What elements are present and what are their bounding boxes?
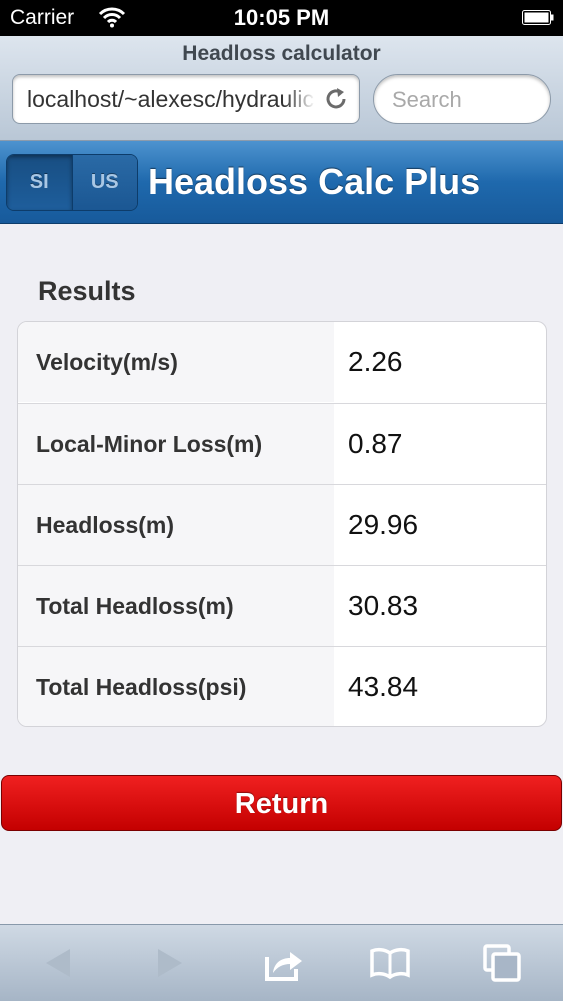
result-row-local-minor-loss: Local-Minor Loss(m) 0.87 (18, 403, 546, 484)
result-label: Local-Minor Loss(m) (18, 404, 334, 484)
tabs-icon[interactable] (482, 943, 522, 983)
search-input[interactable]: Search (373, 74, 551, 124)
result-value: 30.83 (348, 590, 419, 621)
result-value: 29.96 (348, 509, 419, 540)
result-label: Total Headloss(psi) (18, 647, 334, 726)
result-value: 2.26 (348, 346, 403, 377)
result-label: Total Headloss(m) (18, 566, 334, 646)
clock: 10:05 PM (233, 5, 330, 30)
result-row-total-headloss-psi: Total Headloss(psi) 43.84 (18, 646, 546, 726)
share-icon[interactable] (264, 943, 304, 983)
search-placeholder: Search (392, 87, 462, 112)
reload-icon[interactable] (323, 86, 349, 112)
results-table: Velocity(m/s) 2.26 Local-Minor Loss(m) 0… (17, 321, 547, 727)
results-heading: Results (38, 276, 136, 306)
unit-us-button[interactable]: US (71, 155, 137, 210)
bottom-toolbar (0, 924, 563, 1001)
browser-chrome: Headloss calculator localhost/~alexesc/h… (0, 36, 563, 141)
result-label: Headloss(m) (18, 485, 334, 565)
status-bar: Carrier 10:05 PM (0, 0, 563, 36)
result-row-headloss: Headloss(m) 29.96 (18, 484, 546, 565)
result-label: Velocity(m/s) (18, 322, 334, 402)
bookmarks-icon[interactable] (370, 943, 410, 983)
forward-icon[interactable] (148, 943, 188, 983)
battery-icon (522, 10, 554, 25)
result-row-velocity: Velocity(m/s) 2.26 (18, 322, 546, 402)
url-text[interactable]: localhost/~alexesc/hydraulics (27, 86, 315, 113)
result-value: 0.87 (348, 428, 403, 459)
page-title: Headloss calculator (182, 42, 381, 65)
return-button[interactable]: Return (1, 775, 562, 831)
unit-si-button[interactable]: SI (7, 155, 72, 210)
back-icon[interactable] (40, 943, 80, 983)
result-row-total-headloss-m: Total Headloss(m) 30.83 (18, 565, 546, 646)
url-bar[interactable]: localhost/~alexesc/hydraulics (12, 74, 360, 124)
unit-toggle[interactable]: SI US (6, 154, 138, 211)
app-title: Headloss Calc Plus (148, 161, 481, 202)
app-header: SI US Headloss Calc Plus (0, 141, 563, 224)
result-value: 43.84 (348, 671, 419, 702)
